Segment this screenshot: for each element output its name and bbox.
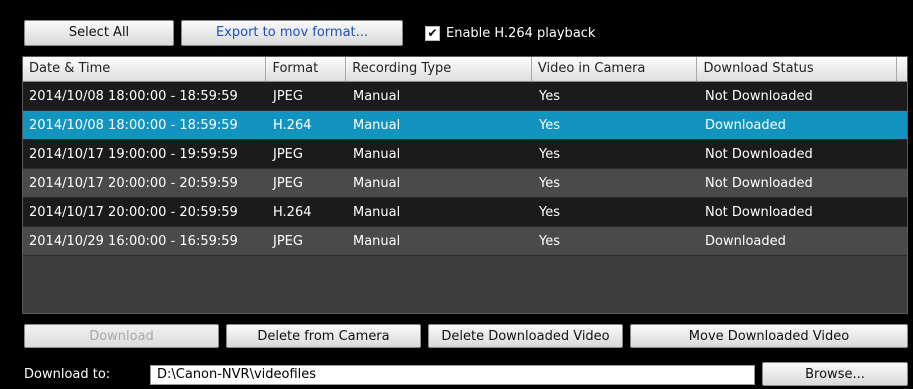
cell-video-in-camera: Yes	[539, 176, 560, 191]
cell-video-in-camera: Yes	[539, 89, 560, 104]
cell-recording-type: Manual	[353, 205, 401, 220]
cell-date-time: 2014/10/17 20:00:00 - 20:59:59	[29, 176, 238, 191]
select-all-button[interactable]: Select All	[24, 20, 174, 46]
browse-button[interactable]: Browse...	[762, 362, 908, 386]
column-header-format[interactable]: Format	[266, 57, 347, 81]
table-row-selected[interactable]: 2014/10/08 18:00:00 - 18:59:59 H.264 Man…	[23, 111, 907, 140]
cell-download-status: Not Downloaded	[705, 205, 813, 220]
table-row[interactable]: 2014/10/17 19:00:00 - 19:59:59 JPEG Manu…	[23, 140, 907, 169]
move-downloaded-video-button[interactable]: Move Downloaded Video	[630, 324, 908, 348]
column-header-download-status[interactable]: Download Status	[697, 57, 898, 81]
cell-format: H.264	[273, 205, 312, 220]
export-mov-button[interactable]: Export to mov format...	[181, 20, 403, 46]
enable-h264-option[interactable]: ✔ Enable H.264 playback	[425, 22, 595, 44]
cell-format: JPEG	[273, 176, 303, 191]
column-header-video-in-camera[interactable]: Video in Camera	[532, 57, 698, 81]
download-button[interactable]: Download	[24, 324, 219, 348]
cell-download-status: Not Downloaded	[705, 89, 813, 104]
table-row[interactable]: 2014/10/08 18:00:00 - 18:59:59 JPEG Manu…	[23, 82, 907, 111]
cell-date-time: 2014/10/08 18:00:00 - 18:59:59	[29, 89, 238, 104]
table-row[interactable]: 2014/10/17 20:00:00 - 20:59:59 H.264 Man…	[23, 198, 907, 227]
delete-from-camera-button[interactable]: Delete from Camera	[226, 324, 421, 348]
cell-download-status: Downloaded	[705, 118, 786, 133]
column-header-recording-type[interactable]: Recording Type	[346, 57, 532, 81]
cell-download-status: Not Downloaded	[705, 147, 813, 162]
enable-h264-checkbox[interactable]: ✔	[425, 25, 440, 41]
cell-recording-type: Manual	[353, 89, 401, 104]
cell-video-in-camera: Yes	[539, 118, 560, 133]
cell-date-time: 2014/10/17 20:00:00 - 20:59:59	[29, 205, 238, 220]
cell-download-status: Not Downloaded	[705, 176, 813, 191]
cell-format: JPEG	[273, 234, 303, 249]
cell-recording-type: Manual	[353, 147, 401, 162]
cell-video-in-camera: Yes	[539, 205, 560, 220]
cell-date-time: 2014/10/29 16:00:00 - 16:59:59	[29, 234, 238, 249]
delete-downloaded-video-button[interactable]: Delete Downloaded Video	[428, 324, 623, 348]
cell-date-time: 2014/10/08 18:00:00 - 18:59:59	[29, 118, 238, 133]
cell-recording-type: Manual	[353, 118, 401, 133]
recordings-table: Date & Time Format Recording Type Video …	[22, 56, 908, 314]
table-row[interactable]: 2014/10/17 20:00:00 - 20:59:59 JPEG Manu…	[23, 169, 907, 198]
cell-format: JPEG	[273, 147, 303, 162]
cell-date-time: 2014/10/17 19:00:00 - 19:59:59	[29, 147, 238, 162]
cell-video-in-camera: Yes	[539, 147, 560, 162]
cell-recording-type: Manual	[353, 234, 401, 249]
cell-format: JPEG	[273, 89, 303, 104]
cell-video-in-camera: Yes	[539, 234, 560, 249]
table-row[interactable]: 2014/10/29 16:00:00 - 16:59:59 JPEG Manu…	[23, 227, 907, 256]
table-header: Date & Time Format Recording Type Video …	[23, 57, 907, 82]
download-to-label: Download to:	[24, 367, 111, 382]
enable-h264-label: Enable H.264 playback	[446, 25, 596, 41]
download-path-field[interactable]: D:\Canon-NVR\videofiles	[150, 365, 755, 385]
cell-recording-type: Manual	[353, 176, 401, 191]
cell-format: H.264	[273, 118, 312, 133]
cell-download-status: Downloaded	[705, 234, 786, 249]
column-header-filler	[897, 57, 907, 81]
column-header-date-time[interactable]: Date & Time	[23, 57, 267, 81]
